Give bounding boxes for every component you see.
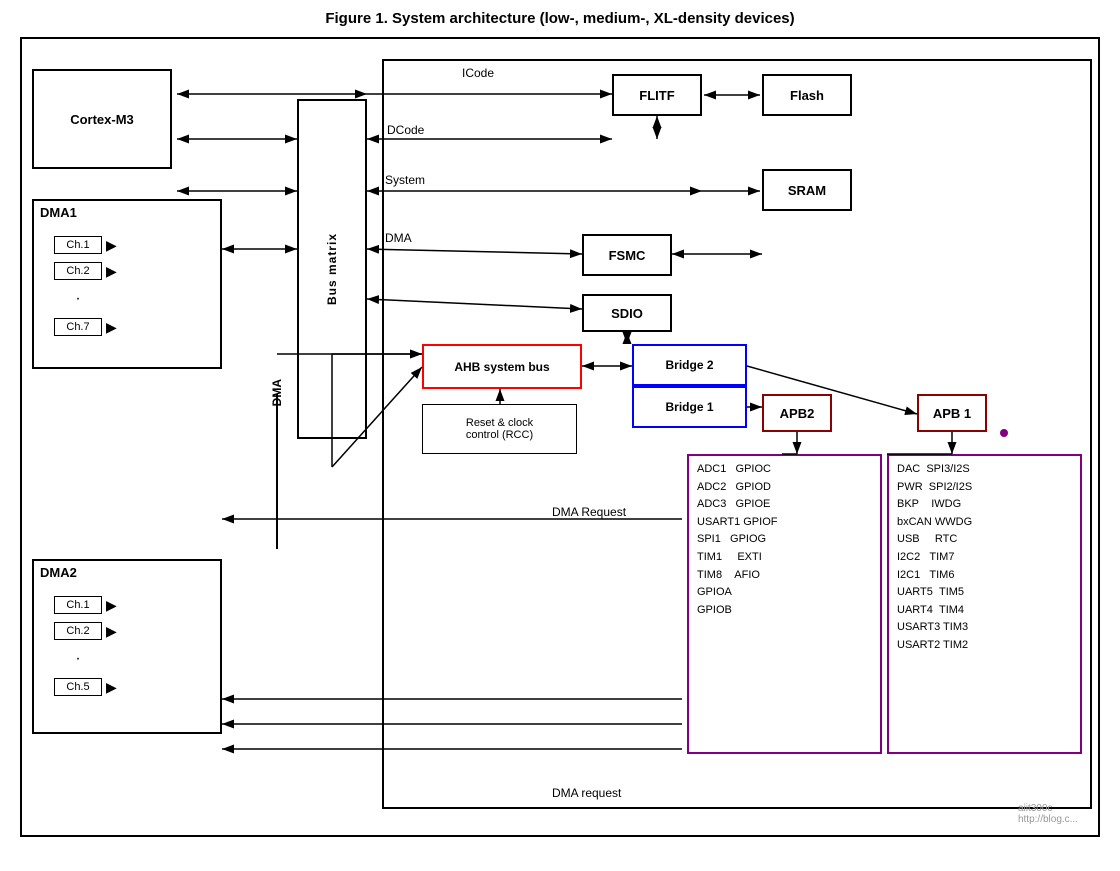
fsmc-box: FSMC <box>582 234 672 276</box>
bus-matrix-box: Bus matrix <box>297 99 367 439</box>
dma1-ch7-arrow: ▶ <box>106 319 117 336</box>
flash-box: Flash <box>762 74 852 116</box>
bridge1-label: Bridge 1 <box>665 400 713 414</box>
dma2-ch2-arrow: ▶ <box>106 623 117 640</box>
ahb-system-bus-box: AHB system bus <box>422 344 582 389</box>
apb1-box: APB 1 <box>917 394 987 432</box>
cortex-m3-box: Cortex-M3 <box>32 69 172 169</box>
purple-dot <box>1000 429 1008 437</box>
dma1-title: DMA1 <box>34 201 220 224</box>
dma2-title: DMA2 <box>34 561 220 584</box>
figure-title: Figure 1. System architecture (low-, med… <box>10 10 1110 27</box>
dma1-ch2: Ch.2 ▶ <box>54 262 117 280</box>
bus-matrix-label: Bus matrix <box>325 233 339 305</box>
dma2-ch1-box: Ch.1 <box>54 596 102 614</box>
watermark-text: aiit300chttp://blog.c... <box>1018 803 1078 825</box>
bridge2-label: Bridge 2 <box>665 358 713 372</box>
dma-vertical-label: DMA <box>270 379 284 406</box>
dma2-ch5-arrow: ▶ <box>106 679 117 696</box>
apb1-peripherals-content: DAC SPI3/I2S PWR SPI2/I2S BKP IWDG bxCAN… <box>889 456 1080 660</box>
dma1-ch1-arrow: ▶ <box>106 237 117 254</box>
dma1-ch2-box: Ch.2 <box>54 262 102 280</box>
dma2-ch2: Ch.2 ▶ <box>54 622 117 640</box>
dma2-ch1-arrow: ▶ <box>106 597 117 614</box>
dma1-ch1: Ch.1 ▶ <box>54 236 117 254</box>
dma1-dot-box: · <box>54 288 102 310</box>
dma2-channels: Ch.1 ▶ Ch.2 ▶ · Ch.5 ▶ <box>54 596 117 704</box>
apb1-peripherals-box: DAC SPI3/I2S PWR SPI2/I2S BKP IWDG bxCAN… <box>887 454 1082 754</box>
dma1-ch2-arrow: ▶ <box>106 263 117 280</box>
dma1-ch1-box: Ch.1 <box>54 236 102 254</box>
diagram-area: Cortex-M3 DMA1 Ch.1 ▶ Ch.2 ▶ · Ch.7 ▶ <box>20 37 1100 837</box>
apb2-label: APB2 <box>780 406 815 421</box>
dma1-box: DMA1 Ch.1 ▶ Ch.2 ▶ · Ch.7 ▶ <box>32 199 222 369</box>
apb2-peripherals-box: ADC1 GPIOC ADC2 GPIOD ADC3 GPIOE USART1 … <box>687 454 882 754</box>
dma1-ch-dot: · <box>54 288 117 310</box>
page-container: Figure 1. System architecture (low-, med… <box>0 0 1120 871</box>
flitf-label: FLITF <box>639 88 674 103</box>
dma2-dot-box: · <box>54 648 102 670</box>
dma2-ch2-box: Ch.2 <box>54 622 102 640</box>
apb2-peripherals-content: ADC1 GPIOC ADC2 GPIOD ADC3 GPIOE USART1 … <box>689 456 880 624</box>
dma2-box: DMA2 Ch.1 ▶ Ch.2 ▶ · Ch.5 ▶ <box>32 559 222 734</box>
dma1-channels: Ch.1 ▶ Ch.2 ▶ · Ch.7 ▶ <box>54 236 117 344</box>
sdio-box: SDIO <box>582 294 672 332</box>
dma2-ch1: Ch.1 ▶ <box>54 596 117 614</box>
cortex-m3-label: Cortex-M3 <box>70 112 134 127</box>
apb1-label: APB 1 <box>933 406 971 421</box>
fsmc-label: FSMC <box>609 248 646 263</box>
sram-box: SRAM <box>762 169 852 211</box>
rcc-label: Reset & clockcontrol (RCC) <box>466 417 533 441</box>
rcc-box: Reset & clockcontrol (RCC) <box>422 404 577 454</box>
flash-label: Flash <box>790 88 824 103</box>
bridge1-box: Bridge 1 <box>632 386 747 428</box>
dma2-ch5-box: Ch.5 <box>54 678 102 696</box>
sram-label: SRAM <box>788 183 826 198</box>
bridge2-box: Bridge 2 <box>632 344 747 386</box>
dma1-ch7: Ch.7 ▶ <box>54 318 117 336</box>
ahb-system-bus-label: AHB system bus <box>454 360 549 374</box>
sdio-label: SDIO <box>611 306 643 321</box>
apb2-box: APB2 <box>762 394 832 432</box>
flitf-box: FLITF <box>612 74 702 116</box>
dma2-ch-dot: · <box>54 648 117 670</box>
dma2-ch5: Ch.5 ▶ <box>54 678 117 696</box>
dma1-ch7-box: Ch.7 <box>54 318 102 336</box>
watermark: aiit300chttp://blog.c... <box>1018 803 1078 825</box>
